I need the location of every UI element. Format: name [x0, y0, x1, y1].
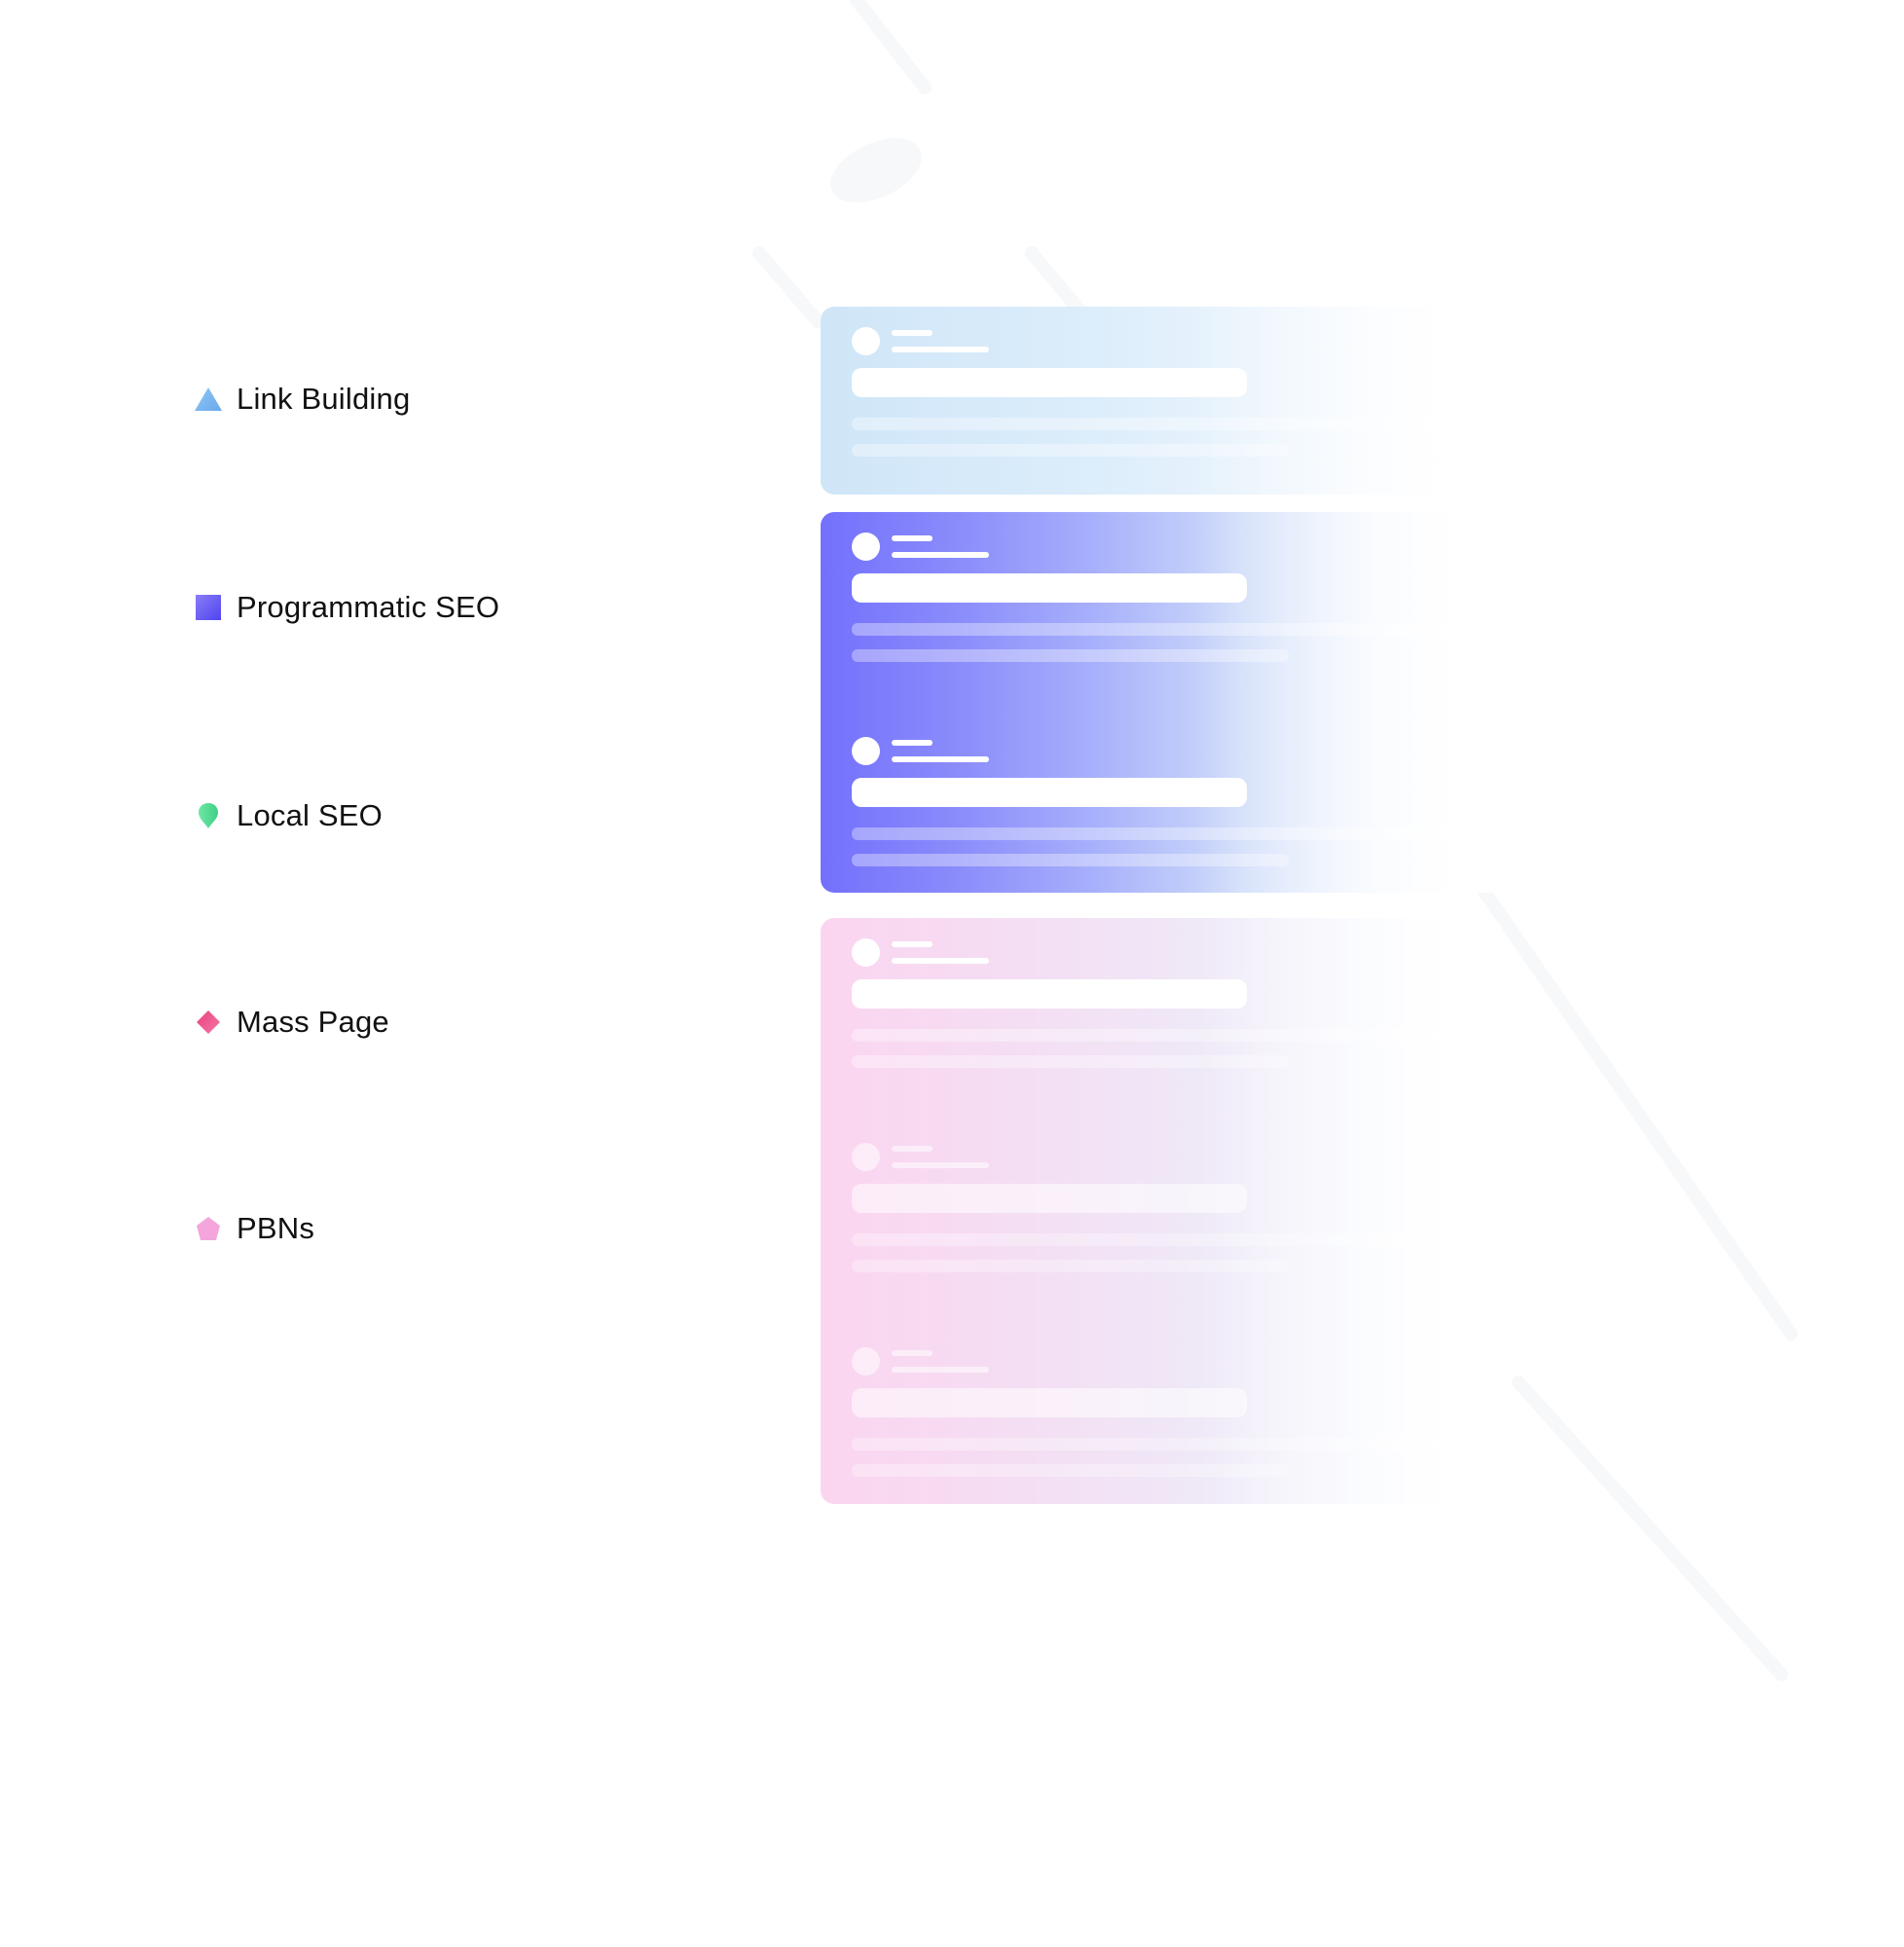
meta-line-short [892, 941, 933, 947]
text-line-placeholder [852, 623, 1475, 636]
avatar-placeholder [852, 327, 880, 355]
text-line-placeholder [852, 1029, 1475, 1042]
category-local-seo[interactable]: Local SEO [193, 796, 383, 835]
title-placeholder [852, 1388, 1247, 1417]
map-pin-icon [193, 800, 224, 831]
category-link-building[interactable]: Link Building [193, 380, 410, 419]
deco-stroke [752, 246, 824, 328]
placeholder-item [821, 1327, 1502, 1492]
programmatic-seo-card[interactable] [821, 512, 1502, 893]
text-line-placeholder [852, 1233, 1475, 1246]
category-pbns[interactable]: PBNs [193, 1209, 314, 1248]
text-line-placeholder [852, 649, 1289, 662]
placeholder-item [821, 1122, 1502, 1288]
avatar-placeholder [852, 938, 880, 967]
meta-line-long [892, 756, 989, 762]
deco-stroke [850, 0, 932, 94]
text-line-placeholder [852, 1438, 1475, 1451]
category-programmatic-seo[interactable]: Programmatic SEO [193, 588, 499, 627]
placeholder-item [821, 512, 1502, 678]
avatar-placeholder [852, 737, 880, 765]
meta-line-short [892, 535, 933, 541]
placeholder-item [821, 918, 1502, 1084]
text-line-placeholder [852, 854, 1289, 866]
category-label: Mass Page [237, 1005, 389, 1039]
meta-line-short [892, 330, 933, 336]
meta-line-long [892, 1367, 989, 1373]
placeholder-item [821, 716, 1502, 882]
text-line-placeholder [852, 444, 1289, 457]
deco-stroke [1453, 850, 1798, 1341]
meta-line-short [892, 1350, 933, 1356]
text-line-placeholder [852, 827, 1475, 840]
title-placeholder [852, 573, 1247, 603]
title-placeholder [852, 778, 1247, 807]
category-label: Local SEO [237, 798, 383, 832]
meta-line-long [892, 1162, 989, 1168]
title-placeholder [852, 368, 1247, 397]
avatar-placeholder [852, 1347, 880, 1376]
meta-line-long [892, 347, 989, 352]
deco-stroke [1512, 1376, 1788, 1681]
title-placeholder [852, 979, 1247, 1009]
text-line-placeholder [852, 418, 1475, 430]
text-line-placeholder [852, 1464, 1289, 1477]
pentagon-icon [193, 1213, 224, 1244]
avatar-placeholder [852, 533, 880, 561]
pbns-card[interactable] [821, 918, 1502, 1504]
meta-line-long [892, 552, 989, 558]
triangle-icon [193, 384, 224, 415]
meta-line-long [892, 958, 989, 964]
square-icon [193, 592, 224, 623]
text-line-placeholder [852, 1055, 1289, 1068]
text-line-placeholder [852, 1260, 1289, 1272]
meta-line-short [892, 740, 933, 746]
deco-ellipse [830, 137, 922, 203]
avatar-placeholder [852, 1143, 880, 1171]
category-label: Programmatic SEO [237, 590, 500, 624]
category-label: PBNs [237, 1211, 315, 1245]
title-placeholder [852, 1184, 1247, 1213]
deco-stroke [1025, 246, 1087, 318]
category-mass-page[interactable]: Mass Page [193, 1003, 389, 1042]
meta-line-short [892, 1146, 933, 1152]
link-building-card[interactable] [821, 307, 1502, 495]
category-label: Link Building [237, 382, 411, 416]
placeholder-item [821, 307, 1502, 472]
diamond-icon [193, 1007, 224, 1038]
